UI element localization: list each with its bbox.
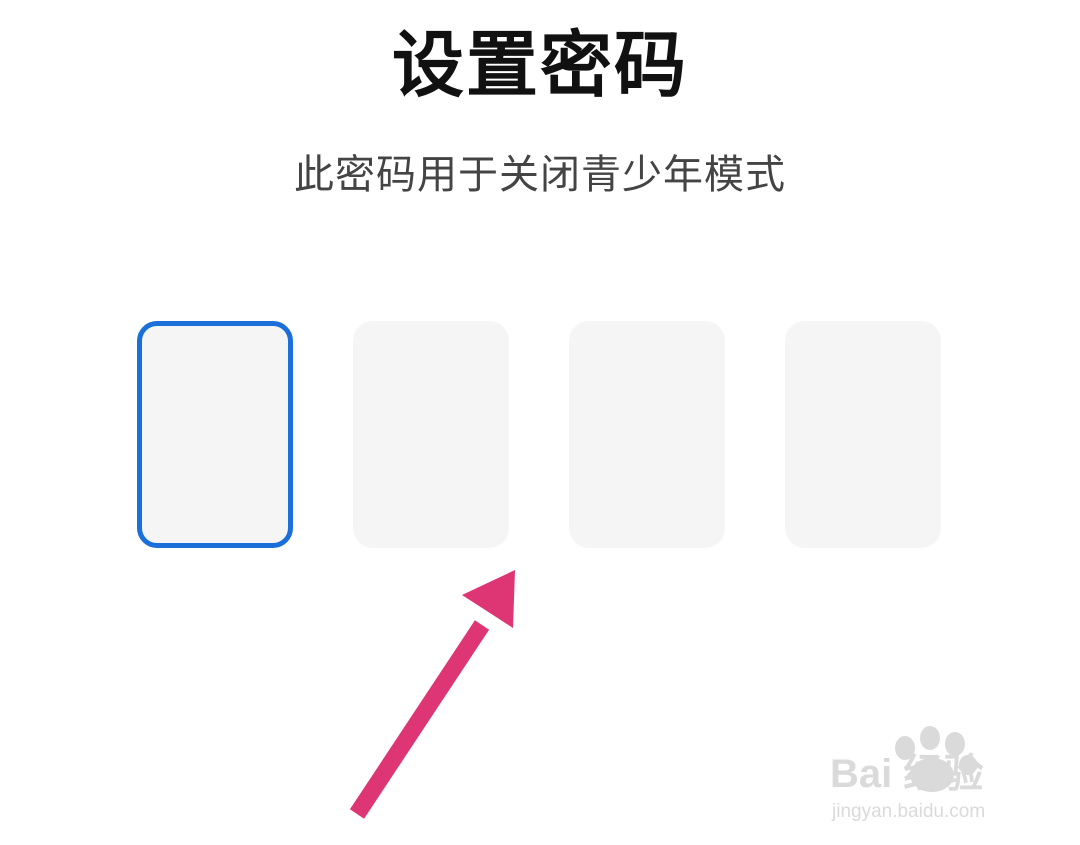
watermark-url: jingyan.baidu.com [831, 801, 985, 822]
set-password-screen: 设置密码 此密码用于关闭青少年模式 Bai 经验 jingyan.baidu.c… [0, 0, 1080, 845]
watermark-brand: Bai 经验 [830, 752, 983, 796]
watermark: Bai 经验 jingyan.baidu.com [830, 726, 985, 822]
